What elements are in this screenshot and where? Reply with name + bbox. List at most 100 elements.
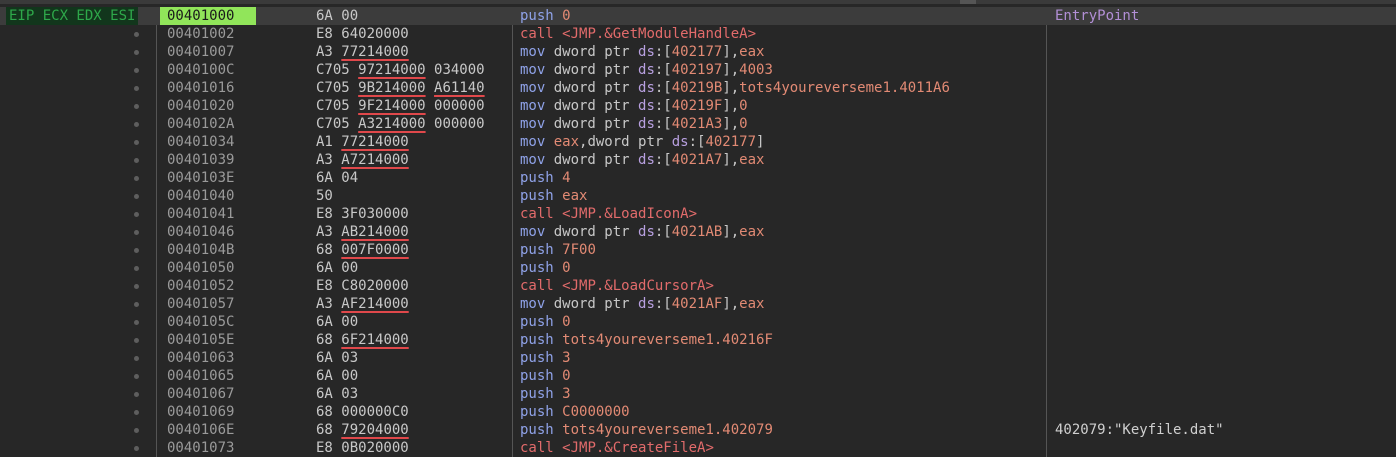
disasm-row[interactable]: 0040102A C705 A3214000 000000 mov dword pt…: [0, 115, 1396, 133]
breakpoint-dot-icon[interactable]: [134, 338, 139, 343]
disasm-cell[interactable]: push eax: [520, 187, 1045, 205]
disasm-cell[interactable]: push tots4youreverseme1.40216F: [520, 331, 1045, 349]
breakpoint-dot-icon[interactable]: [134, 248, 139, 253]
disasm-row[interactable]: 0040104B 68 007F0000 push 7F00: [0, 241, 1396, 259]
gutter-cell[interactable]: [0, 403, 156, 421]
disasm-row[interactable]: 00401052 E8 C8020000 call <JMP.&LoadCursor…: [0, 277, 1396, 295]
disasm-row[interactable]: 00401065 6A 00 push 0: [0, 367, 1396, 385]
address-cell[interactable]: 00401034: [160, 133, 256, 151]
disasm-row[interactable]: 0040103E 6A 04 push 4: [0, 169, 1396, 187]
disasm-row[interactable]: 00401002 E8 64020000 call <JMP.&GetModuleH…: [0, 25, 1396, 43]
disasm-cell[interactable]: mov dword ptr ds:[4021AB],eax: [520, 223, 1045, 241]
disasm-row[interactable]: 00401057 A3 AF214000 mov dword ptr ds:[402…: [0, 295, 1396, 313]
address-cell[interactable]: 00401040: [160, 187, 256, 205]
address-cell[interactable]: 0040105E: [160, 331, 256, 349]
disasm-cell[interactable]: push 7F00: [520, 241, 1045, 259]
disasm-cell[interactable]: mov dword ptr ds:[4021A7],eax: [520, 151, 1045, 169]
gutter-cell[interactable]: [0, 151, 156, 169]
breakpoint-dot-icon[interactable]: [134, 140, 139, 145]
disasm-row[interactable]: 0040106E 68 79204000 push tots4youreversem…: [0, 421, 1396, 439]
disasm-row[interactable]: 0040100C C705 97214000 034000 mov dword pt…: [0, 61, 1396, 79]
address-cell[interactable]: 00401073: [160, 439, 256, 457]
gutter-cell[interactable]: EIP ECX EDX ESI: [0, 7, 156, 25]
gutter-cell[interactable]: [0, 313, 156, 331]
disasm-row[interactable]: 00401050 6A 00 push 0: [0, 259, 1396, 277]
gutter-cell[interactable]: [0, 43, 156, 61]
disasm-cell[interactable]: push C0000000: [520, 403, 1045, 421]
address-cell[interactable]: 0040104B: [160, 241, 256, 259]
disasm-row[interactable]: 00401040 50 push eax: [0, 187, 1396, 205]
gutter-cell[interactable]: [0, 349, 156, 367]
disasm-row[interactable]: 00401016 C705 9B214000 A61140 mov dword pt…: [0, 79, 1396, 97]
breakpoint-dot-icon[interactable]: [134, 32, 139, 37]
breakpoint-dot-icon[interactable]: [134, 158, 139, 163]
address-cell[interactable]: 00401046: [160, 223, 256, 241]
breakpoint-dot-icon[interactable]: [134, 266, 139, 271]
address-cell[interactable]: 0040100C: [160, 61, 256, 79]
address-cell[interactable]: 00401041: [160, 205, 256, 223]
gutter-cell[interactable]: [0, 223, 156, 241]
disasm-row[interactable]: 00401046 A3 AB214000 mov dword ptr ds:[402…: [0, 223, 1396, 241]
gutter-cell[interactable]: [0, 169, 156, 187]
disasm-cell[interactable]: push 4: [520, 169, 1045, 187]
gutter-cell[interactable]: [0, 295, 156, 313]
address-cell[interactable]: 00401050: [160, 259, 256, 277]
disasm-cell[interactable]: mov eax,dword ptr ds:[402177]: [520, 133, 1045, 151]
gutter-cell[interactable]: [0, 61, 156, 79]
gutter-cell[interactable]: [0, 367, 156, 385]
disasm-cell[interactable]: mov dword ptr ds:[402177],eax: [520, 43, 1045, 61]
disasm-row[interactable]: 00401020 C705 9F214000 000000 mov dword pt…: [0, 97, 1396, 115]
address-cell[interactable]: 00401016: [160, 79, 256, 97]
address-cell[interactable]: 00401052: [160, 277, 256, 295]
address-cell[interactable]: 0040103E: [160, 169, 256, 187]
breakpoint-dot-icon[interactable]: [134, 392, 139, 397]
breakpoint-dot-icon[interactable]: [134, 122, 139, 127]
address-cell[interactable]: 0040106E: [160, 421, 256, 439]
breakpoint-dot-icon[interactable]: [134, 176, 139, 181]
breakpoint-dot-icon[interactable]: [134, 104, 139, 109]
breakpoint-dot-icon[interactable]: [134, 356, 139, 361]
disasm-row[interactable]: 00401063 6A 03 push 3: [0, 349, 1396, 367]
breakpoint-dot-icon[interactable]: [134, 194, 139, 199]
gutter-cell[interactable]: [0, 259, 156, 277]
gutter-cell[interactable]: [0, 385, 156, 403]
breakpoint-dot-icon[interactable]: [134, 68, 139, 73]
disasm-cell[interactable]: call <JMP.&CreateFileA>: [520, 439, 1045, 457]
disasm-cell[interactable]: push tots4youreverseme1.402079: [520, 421, 1045, 439]
disassembly-view[interactable]: EIP ECX EDX ESI 00401000 6A 00 push 0 EntryP…: [0, 7, 1396, 457]
address-cell[interactable]: 00401057: [160, 295, 256, 313]
breakpoint-dot-icon[interactable]: [134, 212, 139, 217]
disasm-row[interactable]: 00401034 A1 77214000 mov eax,dword ptr ds:…: [0, 133, 1396, 151]
disasm-row[interactable]: EIP ECX EDX ESI 00401000 6A 00 push 0 EntryP…: [0, 7, 1396, 25]
gutter-cell[interactable]: [0, 187, 156, 205]
address-cell[interactable]: 00401069: [160, 403, 256, 421]
disasm-cell[interactable]: mov dword ptr ds:[4021A3],0: [520, 115, 1045, 133]
disasm-cell[interactable]: call <JMP.&LoadCursorA>: [520, 277, 1045, 295]
disasm-cell[interactable]: push 0: [520, 367, 1045, 385]
breakpoint-dot-icon[interactable]: [134, 302, 139, 307]
disasm-row[interactable]: 00401039 A3 A7214000 mov dword ptr ds:[402…: [0, 151, 1396, 169]
gutter-cell[interactable]: [0, 133, 156, 151]
gutter-cell[interactable]: [0, 97, 156, 115]
disasm-cell[interactable]: push 0: [520, 7, 1045, 25]
gutter-cell[interactable]: [0, 331, 156, 349]
breakpoint-dot-icon[interactable]: [134, 428, 139, 433]
disasm-cell[interactable]: call <JMP.&GetModuleHandleA>: [520, 25, 1045, 43]
gutter-cell[interactable]: [0, 421, 156, 439]
gutter-cell[interactable]: [0, 79, 156, 97]
disasm-row[interactable]: 0040105E 68 6F214000 push tots4youreversem…: [0, 331, 1396, 349]
disasm-cell[interactable]: push 0: [520, 259, 1045, 277]
disasm-row[interactable]: 00401041 E8 3F030000 call <JMP.&LoadIconA>: [0, 205, 1396, 223]
gutter-cell[interactable]: [0, 25, 156, 43]
disasm-row[interactable]: 00401069 68 000000C0 push C0000000: [0, 403, 1396, 421]
address-cell[interactable]: 00401063: [160, 349, 256, 367]
address-cell[interactable]: 00401065: [160, 367, 256, 385]
address-cell[interactable]: 00401067: [160, 385, 256, 403]
disasm-cell[interactable]: mov dword ptr ds:[4021AF],eax: [520, 295, 1045, 313]
disasm-cell[interactable]: push 3: [520, 385, 1045, 403]
address-cell[interactable]: 00401039: [160, 151, 256, 169]
gutter-cell[interactable]: [0, 115, 156, 133]
disasm-row[interactable]: 00401073 E8 0B020000 call <JMP.&CreateFile…: [0, 439, 1396, 457]
disasm-cell[interactable]: mov dword ptr ds:[40219F],0: [520, 97, 1045, 115]
breakpoint-dot-icon[interactable]: [134, 284, 139, 289]
